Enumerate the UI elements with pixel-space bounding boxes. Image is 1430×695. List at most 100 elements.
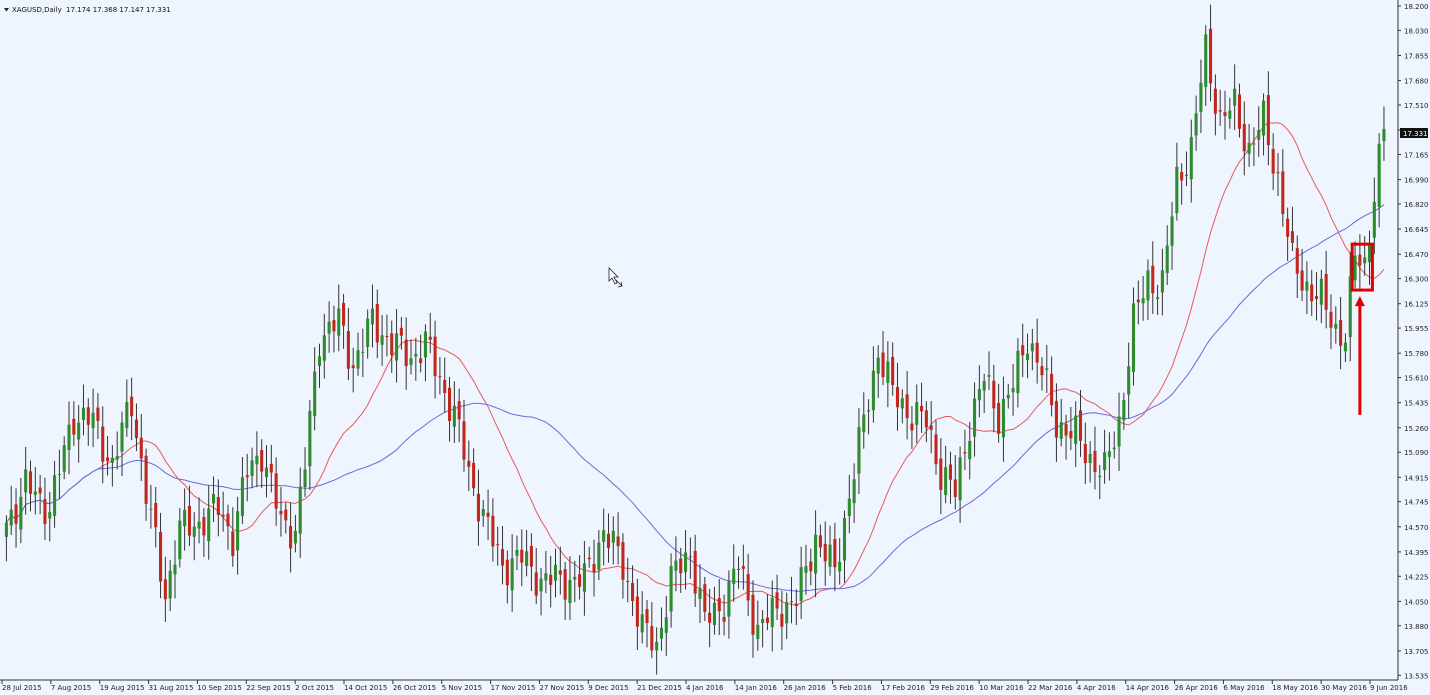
- bull-candle-body: [1107, 451, 1111, 457]
- price-tick-label: 18.200: [1404, 3, 1429, 11]
- bear-candle-body: [1358, 254, 1362, 266]
- bull-candle-body: [900, 398, 904, 409]
- bull-candle-body: [1377, 143, 1381, 207]
- bear-candle-body: [231, 531, 235, 557]
- bull-candle-body: [1334, 323, 1338, 329]
- bull-candle-body: [1006, 394, 1010, 399]
- price-tick-label: 14.570: [1404, 524, 1429, 532]
- bull-candle-body: [1170, 216, 1174, 246]
- bear-candle-body: [895, 386, 900, 408]
- time-axis[interactable]: 28 Jul 2015 7 Aug 2015 19 Aug 2015 31 Aug 2…: [0, 679, 1408, 692]
- bull-candle-body: [525, 551, 529, 566]
- bear-candle-body: [1329, 311, 1333, 328]
- bull-candle-body: [1367, 243, 1372, 263]
- bull-candle-body: [380, 335, 384, 345]
- bull-candle-body: [81, 407, 86, 420]
- bull-candle-body: [356, 350, 360, 369]
- bear-candle-body: [1223, 112, 1227, 117]
- bear-candle-body: [202, 517, 206, 536]
- bull-candle-body: [1160, 270, 1164, 293]
- time-tick-label: 22 Mar 2016: [1028, 684, 1073, 692]
- price-tick-label: 17.510: [1404, 102, 1429, 110]
- bear-candle-body: [529, 546, 533, 567]
- chart-header: XAGUSD,Daily 17.174 17.368 17.147 17.331: [4, 6, 171, 14]
- time-tick-label: 18 May 2016: [1272, 684, 1318, 692]
- bear-candle-body: [1290, 231, 1294, 243]
- bull-candle-body: [664, 617, 668, 633]
- bear-candle-body: [476, 493, 480, 522]
- bull-candle-body: [1103, 452, 1107, 471]
- price-tick-label: 13.880: [1404, 623, 1429, 631]
- bull-candle-body: [1025, 353, 1030, 361]
- bull-candle-body: [414, 353, 418, 357]
- bear-candle-body: [96, 407, 100, 421]
- bear-candle-body: [1069, 431, 1073, 439]
- bull-candle-body: [1011, 388, 1015, 393]
- bull-candle-body: [1074, 415, 1078, 444]
- price-axis[interactable]: 18.20018.03017.85517.68017.51017.33517.1…: [1397, 0, 1429, 680]
- bull-candle-body: [640, 614, 644, 633]
- bull-candle-body: [597, 542, 601, 570]
- bull-candle-body: [977, 389, 981, 401]
- bull-candle-body: [1045, 368, 1049, 370]
- price-tick-label: 14.915: [1404, 474, 1429, 482]
- bear-candle-body: [216, 496, 220, 515]
- bear-candle-body: [693, 550, 697, 594]
- bear-candle-body: [438, 376, 442, 378]
- bull-candle-body: [62, 445, 66, 472]
- bear-candle-body: [139, 437, 143, 459]
- price-tick-label: 16.470: [1404, 251, 1429, 259]
- bear-candle-body: [130, 396, 134, 417]
- bear-candle-body: [187, 505, 191, 536]
- bull-candle-body: [1382, 128, 1386, 142]
- price-tick-label: 17.855: [1404, 52, 1429, 60]
- price-chart[interactable]: 18.20018.03017.85517.68017.51017.33517.1…: [0, 0, 1430, 695]
- bull-candle-body: [366, 318, 370, 347]
- price-tick-label: 14.225: [1404, 573, 1429, 581]
- time-tick-label: 30 May 2016: [1321, 684, 1367, 692]
- bear-candle-body: [1078, 410, 1083, 441]
- bear-candle-body: [1050, 373, 1054, 406]
- bear-candle-body: [1237, 94, 1242, 129]
- bear-candle-body: [1266, 95, 1270, 146]
- bear-candle-body: [496, 544, 500, 546]
- bear-candle-body: [158, 531, 163, 582]
- bull-candle-body: [1117, 416, 1121, 447]
- bull-candle-body: [308, 410, 312, 467]
- chart-window[interactable]: 18.20018.03017.85517.68017.51017.33517.1…: [0, 0, 1430, 695]
- bull-candle-body: [544, 573, 548, 581]
- bear-candle-body: [939, 458, 943, 490]
- plot-area[interactable]: [0, 0, 1398, 680]
- time-tick-label: 14 Apr 2016: [1126, 684, 1170, 692]
- bear-candle-body: [226, 513, 230, 527]
- bull-candle-body: [409, 358, 413, 365]
- time-tick-label: 10 Sep 2015: [197, 684, 241, 692]
- bull-candle-body: [756, 624, 760, 640]
- bear-candle-body: [375, 303, 379, 343]
- bear-candle-body: [279, 510, 283, 515]
- bull-candle-body: [173, 564, 177, 575]
- price-tick-label: 17.165: [1404, 151, 1429, 159]
- time-tick-label: 6 May 2016: [1223, 684, 1265, 692]
- current-price-tag: 17.331: [1400, 128, 1428, 138]
- bear-candle-body: [163, 579, 167, 600]
- bear-candle-body: [1300, 270, 1304, 291]
- bull-candle-body: [1363, 257, 1367, 264]
- bull-candle-body: [337, 308, 341, 336]
- bear-candle-body: [505, 559, 509, 586]
- bull-candle-body: [1131, 303, 1136, 372]
- bull-candle-body: [1343, 342, 1347, 352]
- bull-candle-body: [987, 375, 991, 377]
- bull-candle-body: [674, 560, 678, 571]
- bear-candle-body: [794, 603, 798, 606]
- bear-candle-body: [780, 613, 784, 627]
- bull-candle-body: [1127, 366, 1131, 395]
- time-tick-label: 26 Jan 2016: [784, 684, 827, 692]
- price-tick-label: 16.820: [1404, 201, 1429, 209]
- bear-candle-body: [1324, 274, 1328, 310]
- bear-candle-body: [924, 410, 928, 428]
- bear-candle-body: [563, 569, 567, 600]
- bear-candle-body: [703, 584, 707, 612]
- bear-candle-body: [86, 407, 90, 425]
- bear-candle-body: [616, 536, 620, 547]
